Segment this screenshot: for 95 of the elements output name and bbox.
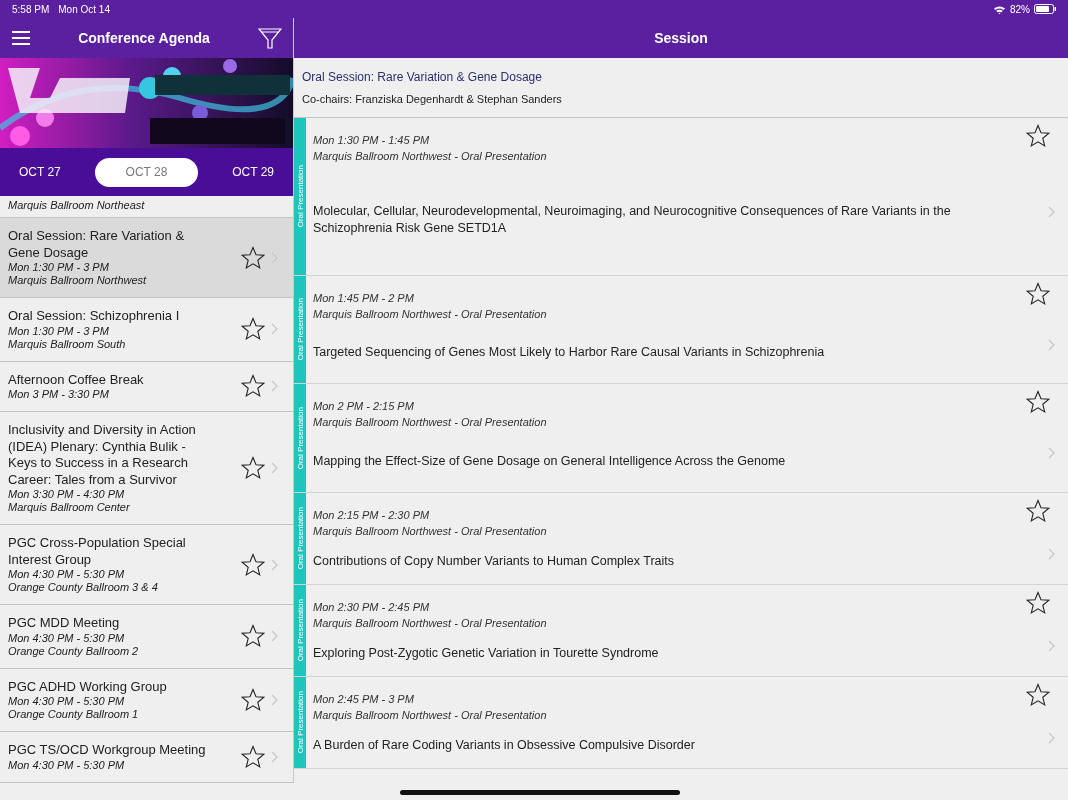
talk-time: Mon 2 PM - 2:15 PM [313, 399, 415, 414]
chevron-icon [1048, 639, 1056, 652]
session-location: Orange County Ballroom 3 & 4 [8, 581, 159, 594]
star-icon[interactable] [1026, 683, 1050, 707]
battery-icon [1034, 4, 1056, 14]
talk-location: Marquis Ballroom Northwest - Oral Presentation [313, 708, 548, 723]
star-icon[interactable] [241, 456, 265, 480]
talk-item[interactable]: Oral Presentation Mon 1:45 PM - 2 PM Marquis Ballroom Northwest - Oral Presentation Targeted Sequencing of Genes Most Likely to Harbor Rare Causal Variants in Schizophrenia [294, 276, 1068, 384]
chevron-icon [271, 750, 279, 763]
talk-title: Targeted Sequencing of Genes Most Likely to Harbor Rare Causal Variants in Schizophrenia [313, 344, 825, 361]
chevron-icon [271, 693, 279, 706]
chevron-icon [271, 323, 279, 336]
session-time: Mon 4:30 PM - 5:30 PM [8, 695, 126, 708]
presentation-tag: Oral Presentation [294, 585, 306, 676]
talk-title: A Burden of Rare Coding Variants in Obsessive Compulsive Disorder [313, 737, 695, 754]
session-time: Mon 3 PM - 3:30 PM [8, 388, 110, 401]
chevron-icon [271, 558, 279, 571]
presentation-tag: Oral Presentation [294, 118, 306, 275]
talk-time: Mon 1:30 PM - 1:45 PM [313, 133, 431, 148]
talk-location: Marquis Ballroom Northwest - Oral Presentation [313, 149, 548, 164]
session-time: Mon 1:30 PM - 3 PM [8, 324, 110, 338]
talk-location: Marquis Ballroom Northwest - Oral Presentation [313, 616, 548, 631]
session-location: Marquis Ballroom Northwest [8, 274, 148, 287]
talk-title: Exploring Post-Zygotic Genetic Variation in Tourette Syndrome [313, 645, 659, 662]
talk-title: Molecular, Cellular, Neurodevelopmental, Neuroimaging, and Neurocognitive Consequences of Rare Variants in the Schizophrenia Risk Gene SETD1A [313, 203, 952, 236]
chevron-icon [1048, 447, 1056, 459]
date-tab[interactable]: OCT 29 [228, 159, 278, 185]
chevron-icon [271, 630, 279, 643]
chevron-icon [1048, 547, 1056, 560]
talk-item[interactable]: Oral Presentation Mon 2:15 PM - 2:30 PM Marquis Ballroom Northwest - Oral Presentation Contributions of Copy Number Variants to Human Complex Traits [294, 493, 1068, 585]
talk-location: Marquis Ballroom Northwest - Oral Presentation [313, 415, 548, 430]
session-title: PGC MDD Meeting [8, 615, 121, 632]
talk-item[interactable]: Oral Presentation Mon 2:45 PM - 3 PM Marquis Ballroom Northwest - Oral Presentation A Burden of Rare Coding Variants in Obsessive Compulsive Disorder [294, 677, 1068, 769]
talk-title: Contributions of Copy Number Variants to Human Complex Traits [313, 553, 675, 570]
session-title: PGC ADHD Working Group [8, 678, 168, 695]
session-title: Afternoon Coffee Break [8, 371, 145, 388]
wifi-icon [993, 3, 1006, 15]
talk-location: Marquis Ballroom Northwest - Oral Presentation [313, 524, 548, 539]
session-title: Oral Session: Rare Variation & Gene Dosage [302, 70, 543, 84]
battery-percent: 82% [1010, 3, 1030, 15]
talk-time: Mon 1:45 PM - 2 PM [313, 291, 415, 306]
star-icon[interactable] [1026, 591, 1050, 615]
talk-item[interactable]: Oral Presentation Mon 2 PM - 2:15 PM Marquis Ballroom Northwest - Oral Presentation Mapping the Effect-Size of Gene Dosage on General Intelligence Across the Genome [294, 384, 1068, 493]
chevron-icon [1048, 205, 1056, 218]
presentation-tag: Oral Presentation [294, 677, 306, 768]
agenda-item[interactable]: Oral Session: Rare Variation & Gene Dosage Mon 1:30 PM - 3 PM Marquis Ballroom Northwest [0, 218, 293, 298]
star-icon[interactable] [1026, 390, 1050, 414]
session-title: Inclusivity and Diversity in Action (IDEA) Plenary: Cynthia Bulik - Keys to Success in a Research Career: Tales from a Survivor [8, 422, 197, 488]
session-location: Marquis Ballroom South [8, 337, 127, 351]
screen-title: Conference Agenda [78, 30, 210, 46]
session-time: Mon 1:30 PM - 3 PM [8, 261, 110, 274]
date-tab[interactable]: OCT 28 [95, 157, 198, 187]
presentation-tag: Oral Presentation [294, 276, 306, 383]
talk-time: Mon 2:45 PM - 3 PM [313, 692, 415, 707]
talk-item[interactable] [294, 118, 1068, 276]
star-icon[interactable] [241, 374, 265, 399]
star-icon[interactable] [241, 317, 265, 342]
star-icon[interactable] [1026, 282, 1050, 306]
star-icon[interactable] [241, 744, 265, 769]
session-time: Mon 4:30 PM - 5:30 PM [8, 568, 126, 581]
star-icon[interactable] [241, 687, 265, 712]
talk-time: Mon 2:30 PM - 2:45 PM [313, 600, 431, 615]
presentation-tag: Oral Presentation [294, 493, 306, 584]
talk-title: Mapping the Effect-Size of Gene Dosage on General Intelligence Across the Genome [313, 452, 786, 470]
status-date: Mon Oct 14 [58, 3, 110, 15]
date-tab[interactable]: OCT 27 [15, 159, 65, 185]
star-icon[interactable] [241, 245, 265, 270]
session-time: Mon 3:30 PM - 4:30 PM [8, 488, 126, 501]
session-title: Oral Session: Rare Variation & Gene Dosage [8, 228, 186, 261]
session-location: Orange County Ballroom 2 [8, 644, 140, 658]
session-location: Orange County Ballroom 1 [8, 708, 140, 721]
session-time: Mon 4:30 PM - 5:30 PM [8, 758, 126, 772]
talk-item[interactable]: Oral Presentation Mon 2:30 PM - 2:45 PM Marquis Ballroom Northwest - Oral Presentation Exploring Post-Zygotic Genetic Variation in Tourette Syndrome [294, 585, 1068, 677]
chevron-icon [271, 462, 279, 474]
session-title: PGC Cross-Population Special Interest Group [8, 535, 187, 568]
screen-title: Session [654, 30, 708, 46]
star-icon[interactable] [241, 624, 265, 649]
talk-time: Mon 2:15 PM - 2:30 PM [313, 508, 431, 523]
star-icon[interactable] [1026, 124, 1050, 148]
session-time: Mon 4:30 PM - 5:30 PM [8, 631, 126, 645]
session-title: Oral Session: Schizophrenia I [8, 308, 181, 325]
co-chairs: Co-chairs: Franziska Degenhardt & Stephan Sanders [302, 93, 563, 105]
session-location: Marquis Ballroom Northeast [8, 199, 146, 212]
session-title: PGC TS/OCD Workgroup Meeting [8, 742, 207, 759]
chevron-icon [1048, 731, 1056, 744]
star-icon[interactable] [1026, 499, 1050, 523]
status-time: 5:58 PM [12, 3, 50, 15]
presentation-tag: Oral Presentation [294, 384, 306, 492]
menu-icon[interactable] [12, 30, 30, 46]
session-location: Marquis Ballroom Center [8, 501, 131, 514]
talk-location: Marquis Ballroom Northwest - Oral Presentation [313, 307, 548, 322]
chevron-icon [1048, 338, 1056, 351]
funnel-icon[interactable] [258, 27, 282, 49]
chevron-icon [271, 380, 279, 393]
star-icon[interactable] [241, 552, 265, 577]
